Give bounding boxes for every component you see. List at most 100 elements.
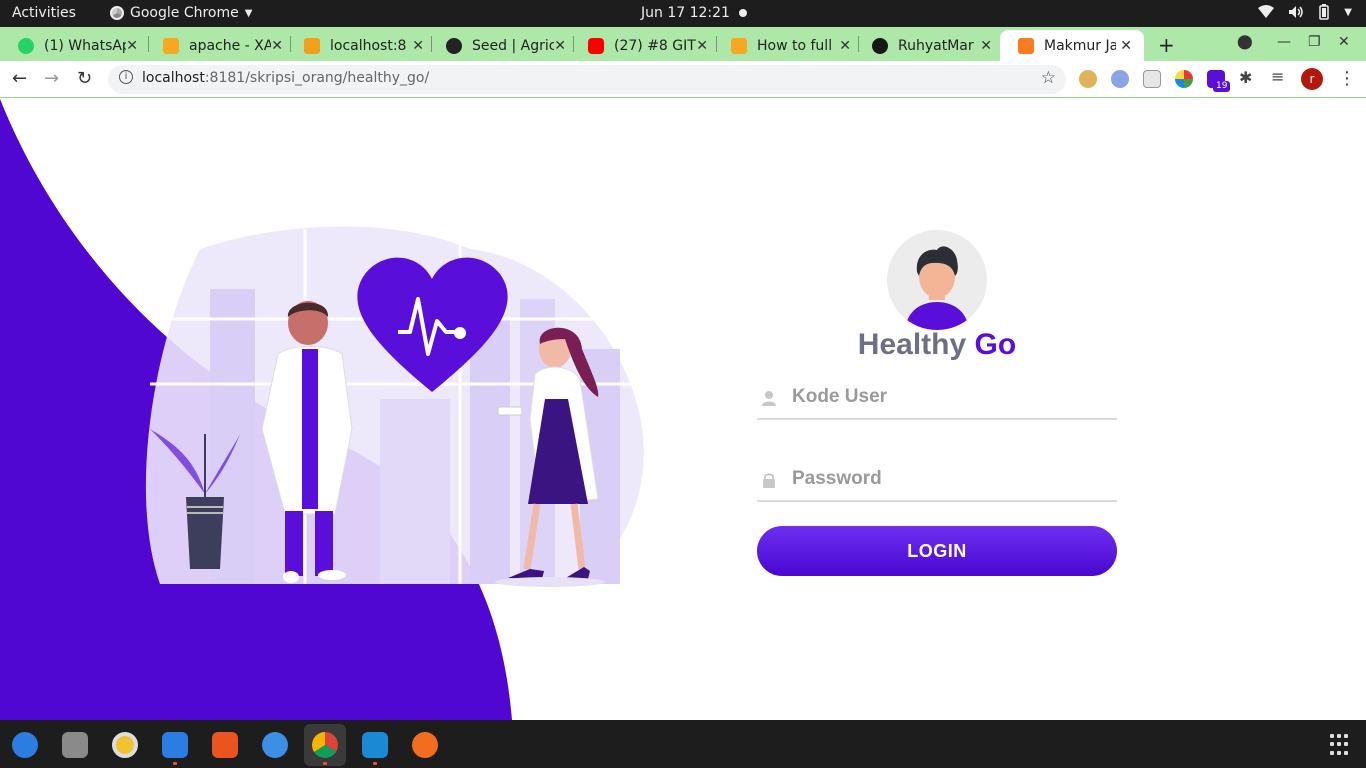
tab-seed[interactable]: Seed | Agric ✕: [428, 30, 578, 61]
wifi-icon: [1258, 5, 1275, 18]
tab-title: apache - XAMPP: [189, 37, 271, 54]
clock[interactable]: Jun 17 12:21: [641, 5, 730, 21]
tab-github[interactable]: RuhyatMar ✕: [854, 30, 1004, 61]
close-icon[interactable]: ✕: [1120, 38, 1132, 54]
tab-title: (1) WhatsApp: [44, 37, 126, 54]
globe-icon: [446, 37, 462, 54]
restore-icon[interactable]: ❐: [1308, 34, 1321, 50]
login-button[interactable]: LOGIN: [757, 526, 1117, 576]
system-menu-caret-icon: ▼: [1344, 6, 1352, 18]
show-applications-icon[interactable]: [1330, 734, 1352, 756]
brand-title: Healthy Go: [757, 328, 1117, 362]
url-text[interactable]: localhost:8181/skripsi_orang/healthy_go/: [142, 70, 429, 86]
close-icon[interactable]: ✕: [554, 38, 566, 54]
help-icon[interactable]: [262, 732, 288, 758]
software-center-icon[interactable]: [212, 732, 238, 758]
url-host: localhost: [142, 70, 205, 86]
close-icon[interactable]: ✕: [126, 38, 138, 54]
tab-title: Makmur Ja: [1044, 37, 1116, 54]
tab-title: (27) #8 GIT: [614, 37, 696, 54]
running-indicator: [323, 762, 327, 765]
close-icon[interactable]: ✕: [271, 38, 283, 54]
tab-whatsapp[interactable]: (1) WhatsApp ✕: [0, 30, 150, 61]
url-path: :8181/skripsi_orang/healthy_go/: [204, 70, 430, 86]
avatar-person-icon: [905, 246, 969, 330]
tab-search-icon[interactable]: ⬤: [1237, 34, 1253, 50]
youtube-icon: [588, 37, 604, 54]
extension-icon[interactable]: [1111, 70, 1129, 88]
user-code-input[interactable]: [792, 382, 1112, 412]
extension-badge: 19: [1213, 81, 1231, 92]
password-field: [757, 458, 1117, 502]
tab-howto[interactable]: How to full ✕: [713, 30, 863, 61]
tab-title: How to full: [757, 37, 833, 54]
forward-arrow-icon[interactable]: →: [44, 68, 59, 89]
color-picker-extension-icon[interactable]: [1175, 70, 1193, 88]
back-arrow-icon[interactable]: ←: [12, 68, 27, 89]
site-info-icon[interactable]: i: [119, 70, 133, 84]
brand-part-2: Go: [974, 328, 1017, 361]
dock-panel: [0, 720, 1366, 768]
stack-icon: [163, 37, 179, 54]
password-input[interactable]: [792, 464, 1112, 494]
chrome-dock-icon[interactable]: [312, 732, 338, 758]
user-icon: [762, 391, 776, 406]
xampp-icon: [1018, 37, 1034, 54]
tab-makmur-active[interactable]: Makmur Ja ✕: [1000, 30, 1144, 61]
activities-button[interactable]: Activities: [12, 5, 76, 21]
close-icon[interactable]: ✕: [980, 38, 992, 54]
files-icon[interactable]: [62, 732, 88, 758]
kebab-menu-icon[interactable]: ⋮: [1338, 68, 1356, 89]
app-menu-label: Google Chrome: [130, 5, 239, 21]
address-bar[interactable]: i localhost:8181/skripsi_orang/healthy_g…: [108, 65, 1066, 94]
close-icon[interactable]: ✕: [839, 38, 851, 54]
tab-apache[interactable]: apache - XAMPP ✕: [145, 30, 295, 61]
new-tab-plus-icon[interactable]: +: [1158, 33, 1175, 57]
document-extension-icon[interactable]: [1143, 70, 1161, 88]
medical-illustration: [0, 99, 644, 720]
system-tray[interactable]: ▼: [1258, 4, 1352, 20]
user-code-field: [757, 376, 1117, 420]
browser-toolbar: ← → ↻ i localhost:8181/skripsi_orang/hea…: [0, 61, 1366, 98]
github-icon: [872, 37, 888, 54]
rhythmbox-icon[interactable]: [112, 732, 138, 758]
chrome-icon: [110, 6, 124, 20]
tab-separator: [858, 36, 859, 52]
notification-dot: [739, 9, 747, 17]
system-top-bar: Activities Google Chrome ▼ Jun 17 12:21 …: [0, 0, 1366, 27]
tab-separator: [573, 36, 574, 52]
tab-title: Seed | Agric: [472, 37, 554, 54]
stack-icon: [731, 37, 747, 54]
running-indicator: [173, 762, 177, 765]
phpmyadmin-icon: [304, 37, 320, 54]
tab-separator: [431, 36, 432, 52]
cookie-extension-icon[interactable]: [1079, 70, 1097, 88]
reload-icon[interactable]: ↻: [77, 68, 92, 89]
bookmark-star-icon[interactable]: ☆: [1041, 68, 1056, 88]
window-close-icon[interactable]: ✕: [1338, 34, 1350, 50]
tab-separator: [290, 36, 291, 52]
brand-part-1: Healthy: [857, 328, 967, 361]
tab-youtube[interactable]: (27) #8 GIT ✕: [570, 30, 720, 61]
page-content: Healthy Go LOGIN: [0, 99, 1366, 720]
volume-icon: [1289, 6, 1304, 18]
app-menu[interactable]: Google Chrome ▼: [110, 5, 252, 21]
close-icon[interactable]: ✕: [696, 38, 708, 54]
thunderbird-icon[interactable]: [12, 732, 38, 758]
close-icon[interactable]: ✕: [412, 38, 424, 54]
postman-icon[interactable]: [412, 732, 438, 758]
media-queue-icon[interactable]: ≡: [1271, 67, 1289, 86]
user-avatar: [887, 230, 987, 330]
tab-separator: [148, 36, 149, 52]
tab-localhost[interactable]: localhost:8 ✕: [286, 30, 436, 61]
tab-separator: [716, 36, 717, 52]
caret-down-icon: ▼: [244, 7, 253, 19]
vscode-icon[interactable]: [362, 732, 388, 758]
puzzle-extensions-icon[interactable]: ✱: [1239, 68, 1257, 87]
profile-avatar[interactable]: r: [1301, 68, 1323, 90]
running-indicator: [373, 762, 377, 765]
tab-title: RuhyatMar: [898, 37, 974, 54]
minimize-icon[interactable]: —: [1277, 34, 1291, 50]
whatsapp-icon: [18, 37, 34, 54]
writer-icon[interactable]: [162, 732, 188, 758]
